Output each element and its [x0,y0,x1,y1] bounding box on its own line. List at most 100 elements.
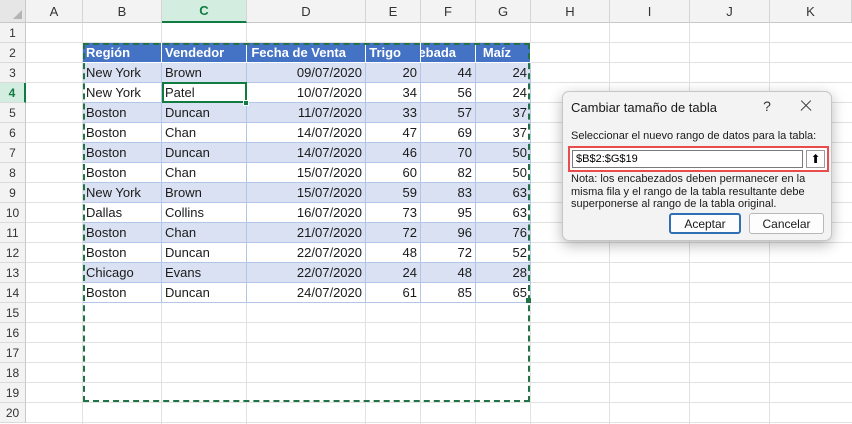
table-cell-corn[interactable]: 52 [476,243,531,263]
select-all-corner[interactable] [0,0,26,23]
row-header-3[interactable]: 3 [0,63,26,83]
table-cell-corn[interactable]: 76 [476,223,531,243]
table-cell-wheat[interactable]: 48 [366,243,421,263]
row-header-14[interactable]: 14 [0,283,26,303]
table-cell-seller[interactable]: Chan [162,123,247,143]
table-cell-region[interactable]: Boston [83,123,162,143]
table-cell-sale-date[interactable]: 14/07/2020 [247,143,366,163]
table-cell-barley[interactable]: 85 [421,283,476,303]
column-header-g[interactable]: G [476,0,531,23]
table-cell-barley[interactable]: 48 [421,263,476,283]
table-cell-sale-date[interactable]: 14/07/2020 [247,123,366,143]
table-cell-region[interactable]: Dallas [83,203,162,223]
table-cell-wheat[interactable]: 47 [366,123,421,143]
row-header-1[interactable]: 1 [0,23,26,43]
table-cell-region[interactable]: New York [83,63,162,83]
table-cell-wheat[interactable]: 33 [366,103,421,123]
table-cell-barley[interactable]: 56 [421,83,476,103]
row-header-6[interactable]: 6 [0,123,26,143]
table-cell-wheat[interactable]: 34 [366,83,421,103]
table-cell-region[interactable]: Boston [83,103,162,123]
table-cell-sale-date[interactable]: 11/07/2020 [247,103,366,123]
table-cell-seller[interactable]: Duncan [162,283,247,303]
table-cell-region[interactable]: New York [83,183,162,203]
row-header-9[interactable]: 9 [0,183,26,203]
table-cell-sale-date[interactable]: 15/07/2020 [247,163,366,183]
row-header-18[interactable]: 18 [0,363,26,383]
table-cell-seller[interactable]: Brown [162,183,247,203]
row-header-20[interactable]: 20 [0,403,26,423]
table-cell-seller[interactable]: Evans [162,263,247,283]
table-cell-seller[interactable]: Chan [162,163,247,183]
table-cell-corn[interactable]: 50 [476,163,531,183]
table-cell-corn[interactable]: 63 [476,183,531,203]
table-cell-barley[interactable]: 70 [421,143,476,163]
table-cell-corn[interactable]: 28 [476,263,531,283]
row-header-7[interactable]: 7 [0,143,26,163]
table-cell-barley[interactable]: 57 [421,103,476,123]
table-cell-wheat[interactable]: 24 [366,263,421,283]
cancel-button[interactable]: Cancelar [749,213,824,234]
row-header-15[interactable]: 15 [0,303,26,323]
column-header-d[interactable]: D [247,0,366,23]
table-cell-region[interactable]: Boston [83,243,162,263]
row-header-5[interactable]: 5 [0,103,26,123]
table-cell-corn[interactable]: 63 [476,203,531,223]
column-header-a[interactable]: A [26,0,83,23]
row-header-11[interactable]: 11 [0,223,26,243]
column-header-j[interactable]: J [690,0,770,23]
table-cell-region[interactable]: Boston [83,223,162,243]
table-cell-wheat[interactable]: 73 [366,203,421,223]
table-cell-barley[interactable]: 95 [421,203,476,223]
table-cell-sale-date[interactable]: 21/07/2020 [247,223,366,243]
table-cell-region[interactable]: New York [83,83,162,103]
table-cell-sale-date[interactable]: 24/07/2020 [247,283,366,303]
row-header-4[interactable]: 4 [0,83,26,103]
table-cell-seller[interactable]: Duncan [162,243,247,263]
table-cell-region[interactable]: Chicago [83,263,162,283]
table-cell-sale-date[interactable]: 09/07/2020 [247,63,366,83]
accept-button[interactable]: Aceptar [669,213,741,234]
table-cell-barley[interactable]: 44 [421,63,476,83]
row-header-16[interactable]: 16 [0,323,26,343]
table-cell-seller[interactable]: Duncan [162,143,247,163]
table-cell-corn[interactable]: 24 [476,63,531,83]
table-cell-corn[interactable]: 24 [476,83,531,103]
column-header-b[interactable]: B [83,0,162,23]
table-cell-corn[interactable]: 50 [476,143,531,163]
table-cell-barley[interactable]: 69 [421,123,476,143]
row-header-19[interactable]: 19 [0,383,26,403]
table-cell-wheat[interactable]: 61 [366,283,421,303]
row-header-10[interactable]: 10 [0,203,26,223]
fill-handle[interactable] [243,100,249,106]
table-cell-region[interactable]: Boston [83,283,162,303]
table-cell-corn[interactable]: 37 [476,123,531,143]
table-cell-seller[interactable]: Brown [162,63,247,83]
table-cell-wheat[interactable]: 46 [366,143,421,163]
column-header-e[interactable]: E [366,0,421,23]
column-header-i[interactable]: I [610,0,690,23]
row-header-8[interactable]: 8 [0,163,26,183]
range-input[interactable] [572,150,803,168]
column-header-c[interactable]: C [162,0,247,23]
table-cell-region[interactable]: Boston [83,143,162,163]
collapse-dialog-button[interactable]: ⬆ [806,150,825,168]
table-cell-seller[interactable]: Duncan [162,103,247,123]
table-cell-region[interactable]: Boston [83,163,162,183]
table-cell-barley[interactable]: 82 [421,163,476,183]
table-cell-sale-date[interactable]: 22/07/2020 [247,263,366,283]
row-header-2[interactable]: 2 [0,43,26,63]
table-resize-handle[interactable] [526,298,531,303]
table-cell-wheat[interactable]: 20 [366,63,421,83]
column-header-k[interactable]: K [770,0,852,23]
table-cell-seller[interactable]: Collins [162,203,247,223]
row-header-17[interactable]: 17 [0,343,26,363]
table-cell-corn[interactable]: 37 [476,103,531,123]
row-header-12[interactable]: 12 [0,243,26,263]
table-cell-barley[interactable]: 72 [421,243,476,263]
table-cell-wheat[interactable]: 72 [366,223,421,243]
table-cell-barley[interactable]: 96 [421,223,476,243]
help-icon[interactable]: ? [758,97,776,115]
table-cell-sale-date[interactable]: 22/07/2020 [247,243,366,263]
table-cell-sale-date[interactable]: 15/07/2020 [247,183,366,203]
